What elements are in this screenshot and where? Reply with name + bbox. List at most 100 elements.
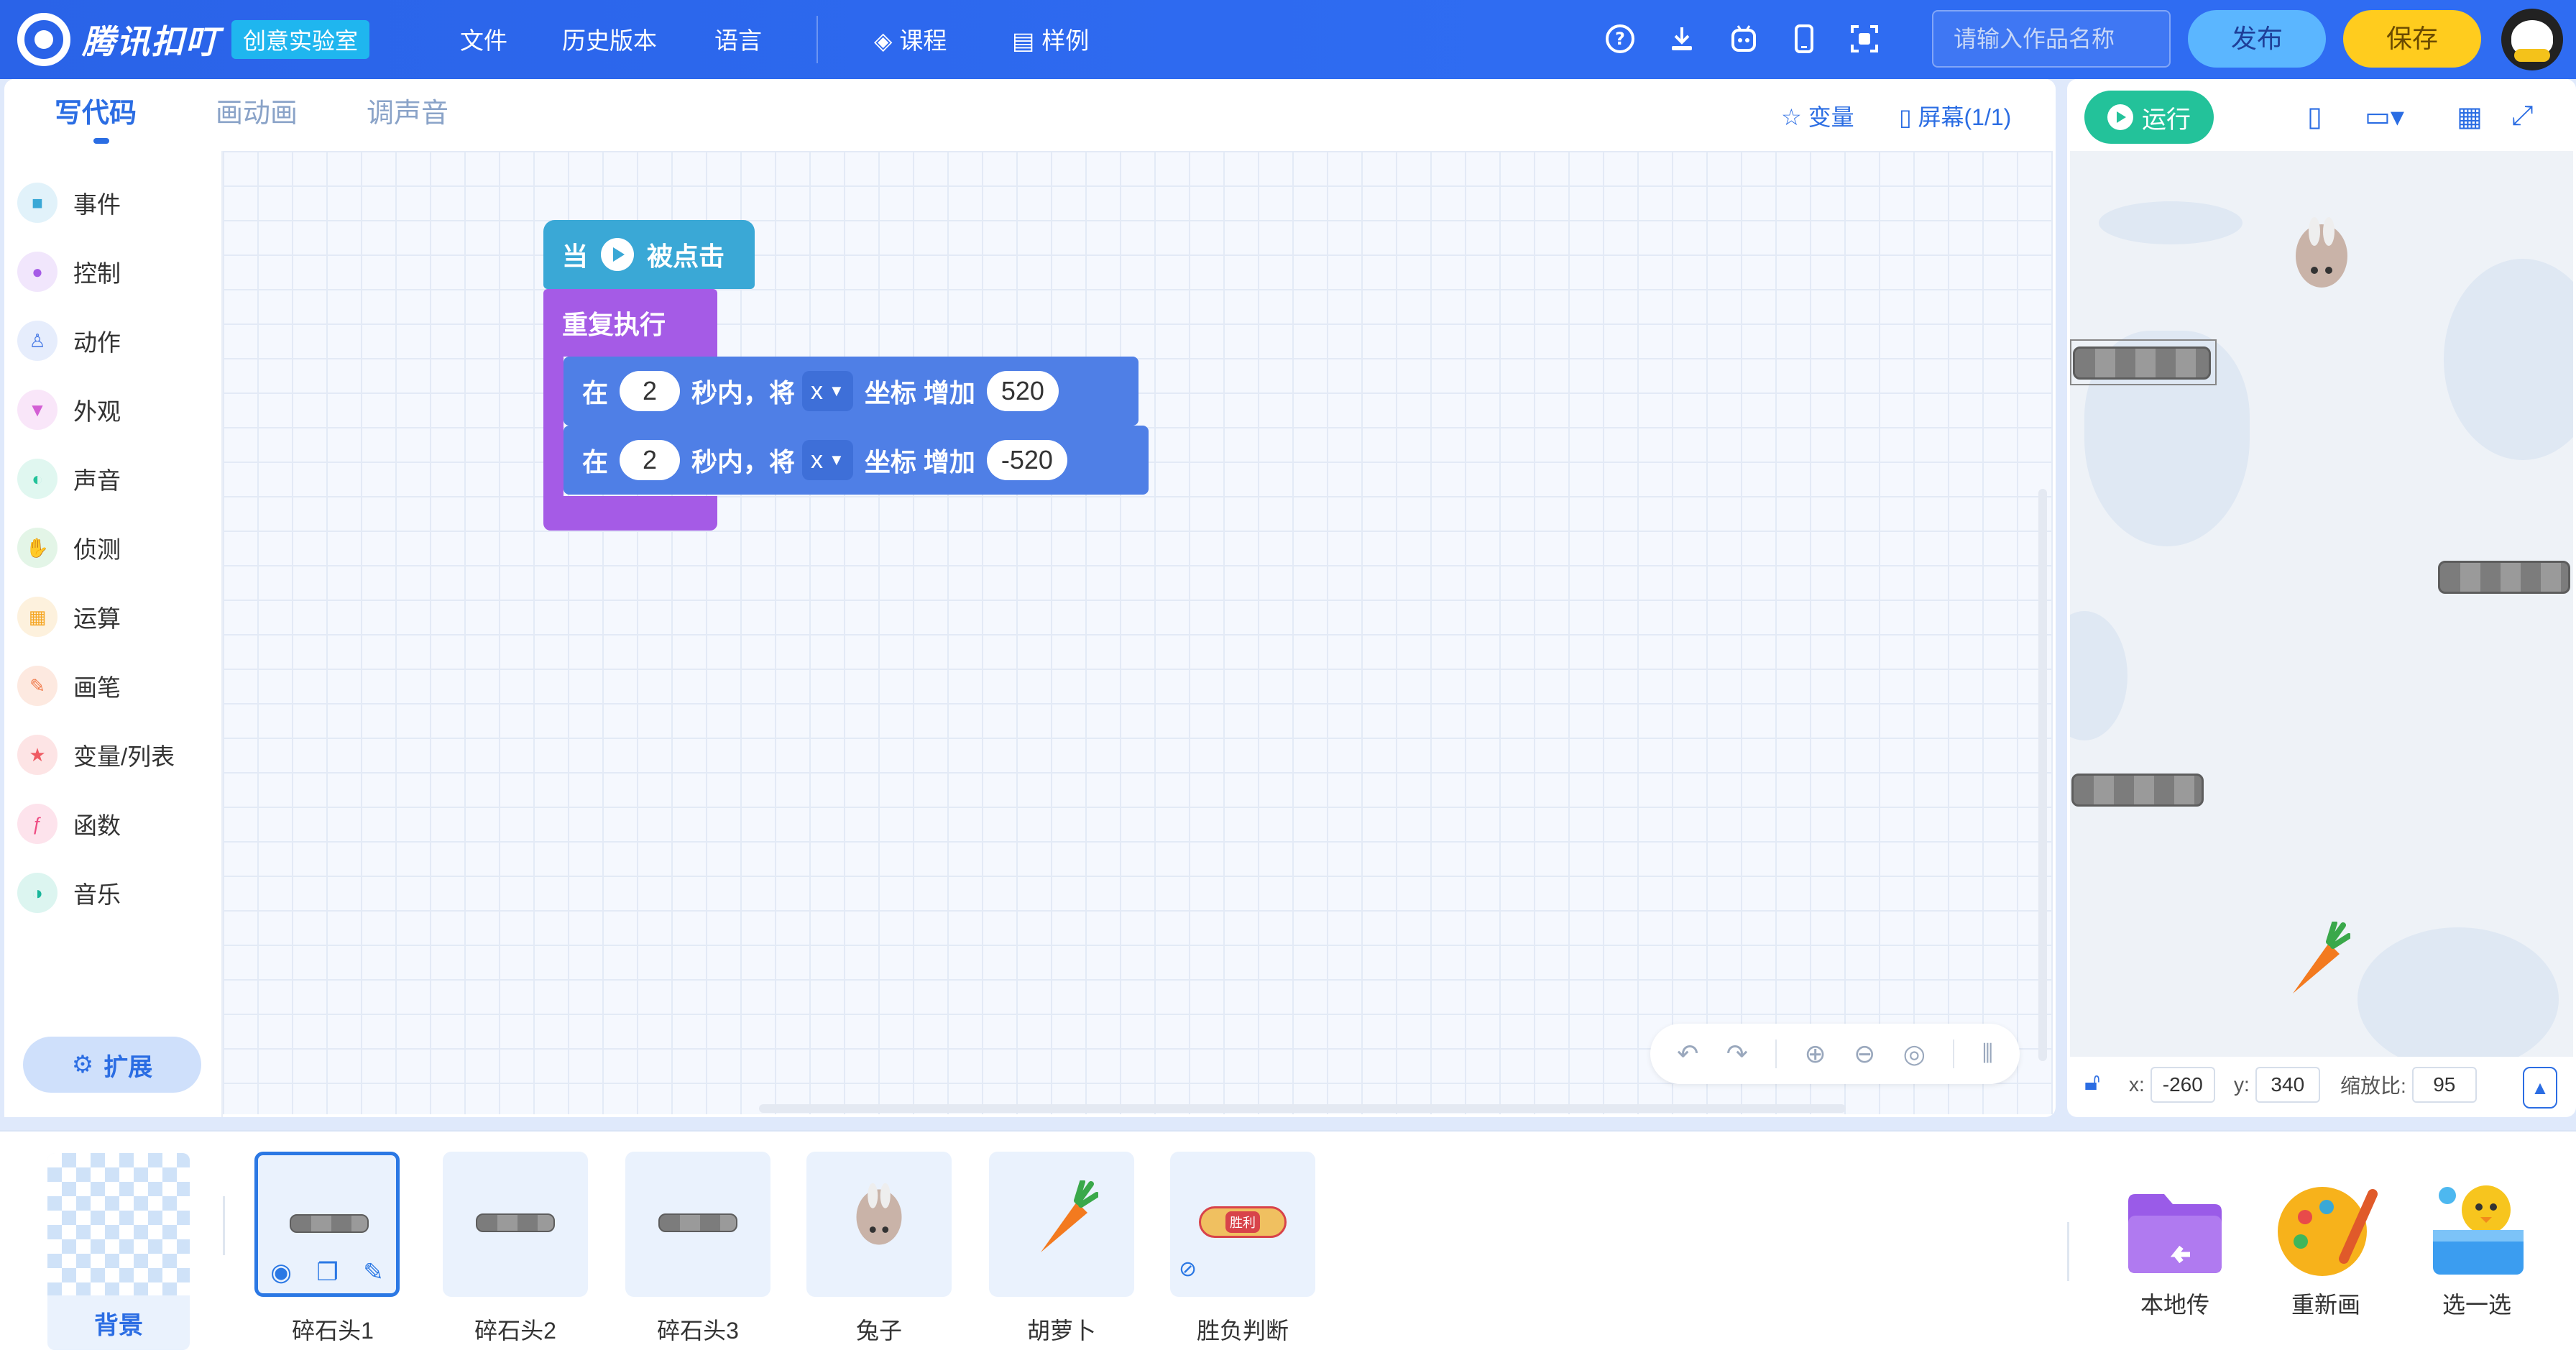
- win-badge: 胜利: [1199, 1206, 1287, 1238]
- tab-code[interactable]: 写代码: [55, 91, 137, 130]
- scale-field[interactable]: 95: [2411, 1067, 2477, 1103]
- zoom-in-icon[interactable]: ⊕: [1805, 1039, 1826, 1069]
- axis-dropdown[interactable]: x ▼: [802, 371, 853, 411]
- category-sensing[interactable]: ✋ 侦测: [17, 519, 121, 577]
- variables-button[interactable]: ☆ 变量: [1781, 99, 1854, 132]
- layout-icon[interactable]: ▯: [2307, 101, 2322, 133]
- menu-examples[interactable]: ▤ 样例: [1012, 22, 1089, 56]
- vertical-scrollbar[interactable]: [2038, 489, 2047, 1061]
- app-logo[interactable]: 腾讯扣叮 创意实验室: [17, 12, 370, 68]
- menu-file[interactable]: 文件: [460, 22, 507, 56]
- tab-animation[interactable]: 画动画: [216, 91, 298, 130]
- glide-x-block[interactable]: 在 2 秒内，将 x ▼ 坐标 增加 520: [564, 357, 1138, 426]
- eye-icon[interactable]: ◉: [270, 1258, 292, 1287]
- screen-button[interactable]: ▯ 屏幕(1/1): [1899, 99, 2011, 132]
- chevron-up-icon: ▲: [2531, 1076, 2549, 1098]
- loop-bottom: [543, 496, 717, 531]
- download-icon[interactable]: [1663, 20, 1701, 58]
- save-button[interactable]: 保存: [2343, 10, 2481, 68]
- stage-canvas[interactable]: [2070, 151, 2573, 1057]
- glide-x-block[interactable]: 在 2 秒内，将 x ▼ 坐标 增加 -520: [564, 426, 1149, 495]
- sprite-rabbit[interactable]: [806, 1152, 952, 1297]
- category-functions[interactable]: ƒ 函数: [17, 795, 121, 853]
- robot-icon[interactable]: [1725, 20, 1762, 58]
- y-field[interactable]: 340: [2255, 1067, 2320, 1103]
- block-text: 秒内，将: [691, 447, 796, 477]
- tab-sound[interactable]: 调声音: [367, 91, 448, 130]
- y-label: y:: [2234, 1073, 2250, 1096]
- category-sound[interactable]: ◐ 声音: [17, 450, 121, 508]
- category-music[interactable]: ◑ 音乐: [17, 864, 121, 922]
- redo-icon[interactable]: ↷: [1726, 1039, 1748, 1069]
- menu-language[interactable]: 语言: [714, 22, 762, 56]
- publish-button[interactable]: 发布: [2188, 10, 2326, 68]
- sprite-rock-2[interactable]: [443, 1152, 588, 1297]
- axis-dropdown[interactable]: x ▼: [802, 440, 853, 480]
- sprite-rock-1[interactable]: ◉ ❐ ✎: [254, 1152, 400, 1297]
- category-control[interactable]: ● 控制: [17, 243, 121, 300]
- zoom-out-icon[interactable]: ⊖: [1854, 1039, 1875, 1069]
- fullscreen-icon[interactable]: [1846, 20, 1883, 58]
- category-operators[interactable]: ▦ 运算: [17, 588, 121, 646]
- edit-icon[interactable]: ✎: [363, 1258, 384, 1287]
- screen-label: 屏幕(1/1): [1918, 104, 2012, 130]
- character-box-icon: [2433, 1185, 2524, 1275]
- expand-icon[interactable]: ⤢: [2511, 101, 2533, 132]
- category-label: 侦测: [73, 536, 121, 563]
- block-text: 被点击: [647, 242, 725, 271]
- user-avatar[interactable]: [2501, 9, 2563, 70]
- ice-patch: [2358, 927, 2559, 1057]
- play-icon: [601, 238, 635, 271]
- extend-button[interactable]: ⚙ 扩展: [23, 1037, 201, 1093]
- sprite-win-check[interactable]: 胜利 ⊘: [1170, 1152, 1315, 1297]
- sprite-carrot[interactable]: [989, 1152, 1134, 1297]
- project-name-input[interactable]: 请输入作品名称: [1932, 10, 2171, 68]
- copy-icon[interactable]: ❐: [316, 1258, 338, 1287]
- align-icon[interactable]: ⫴: [1982, 1039, 1993, 1070]
- when-flag-clicked-block[interactable]: 当 被点击: [543, 220, 755, 289]
- run-button[interactable]: 运行: [2084, 91, 2214, 144]
- collapse-button[interactable]: ▲: [2523, 1067, 2557, 1109]
- rock-sprite-2[interactable]: [2438, 561, 2570, 594]
- sprite-label: 兔子: [855, 1318, 902, 1344]
- category-events[interactable]: ■ 事件: [17, 174, 121, 231]
- grid-icon[interactable]: ▦: [2457, 101, 2483, 133]
- undo-icon[interactable]: ↶: [1677, 1039, 1698, 1069]
- sprite-rock-3[interactable]: [625, 1152, 770, 1297]
- x-field[interactable]: -260: [2150, 1067, 2215, 1103]
- value-input[interactable]: -520: [986, 440, 1067, 480]
- upload-local-button[interactable]: [2113, 1176, 2237, 1284]
- mobile-icon[interactable]: [1785, 20, 1823, 58]
- hidden-eye-icon[interactable]: ⊘: [1179, 1257, 1197, 1282]
- category-motion[interactable]: ♙ 动作: [17, 312, 121, 370]
- help-icon[interactable]: ?: [1601, 20, 1639, 58]
- lock-icon[interactable]: 🔓︎: [2084, 1068, 2113, 1100]
- rock-sprite-3[interactable]: [2071, 774, 2204, 807]
- redraw-button[interactable]: [2264, 1176, 2388, 1284]
- category-looks[interactable]: ▼ 外观: [17, 381, 121, 439]
- looks-icon: ▼: [17, 390, 58, 430]
- scale-label: 缩放比:: [2340, 1075, 2406, 1097]
- horizontal-scrollbar[interactable]: [759, 1104, 1846, 1113]
- seconds-input[interactable]: 2: [620, 440, 681, 480]
- recenter-icon[interactable]: ◎: [1903, 1039, 1926, 1069]
- carrot-sprite[interactable]: [2278, 920, 2352, 1001]
- loop-side: [543, 355, 564, 500]
- background-thumb[interactable]: 背景: [47, 1153, 190, 1350]
- rock-thumbnail: [658, 1213, 737, 1232]
- ice-patch: [2099, 201, 2242, 244]
- value-input[interactable]: 520: [986, 371, 1059, 411]
- background-preview: [47, 1153, 190, 1295]
- seconds-input[interactable]: 2: [620, 371, 681, 411]
- category-label: 声音: [73, 467, 121, 494]
- code-workspace[interactable]: [223, 151, 2053, 1114]
- win-badge-text: 胜利: [1225, 1211, 1260, 1233]
- category-variables[interactable]: ★ 变量/列表: [17, 726, 175, 784]
- menu-history[interactable]: 历史版本: [562, 22, 657, 56]
- rabbit-sprite[interactable]: [2293, 210, 2350, 290]
- category-pen[interactable]: ✎ 画笔: [17, 657, 121, 715]
- forever-loop-block[interactable]: 重复执行: [543, 289, 717, 357]
- menu-course[interactable]: ◈ 课程: [874, 22, 947, 56]
- pick-sprite-button[interactable]: [2415, 1176, 2539, 1284]
- device-icon[interactable]: ▭▾: [2365, 101, 2404, 133]
